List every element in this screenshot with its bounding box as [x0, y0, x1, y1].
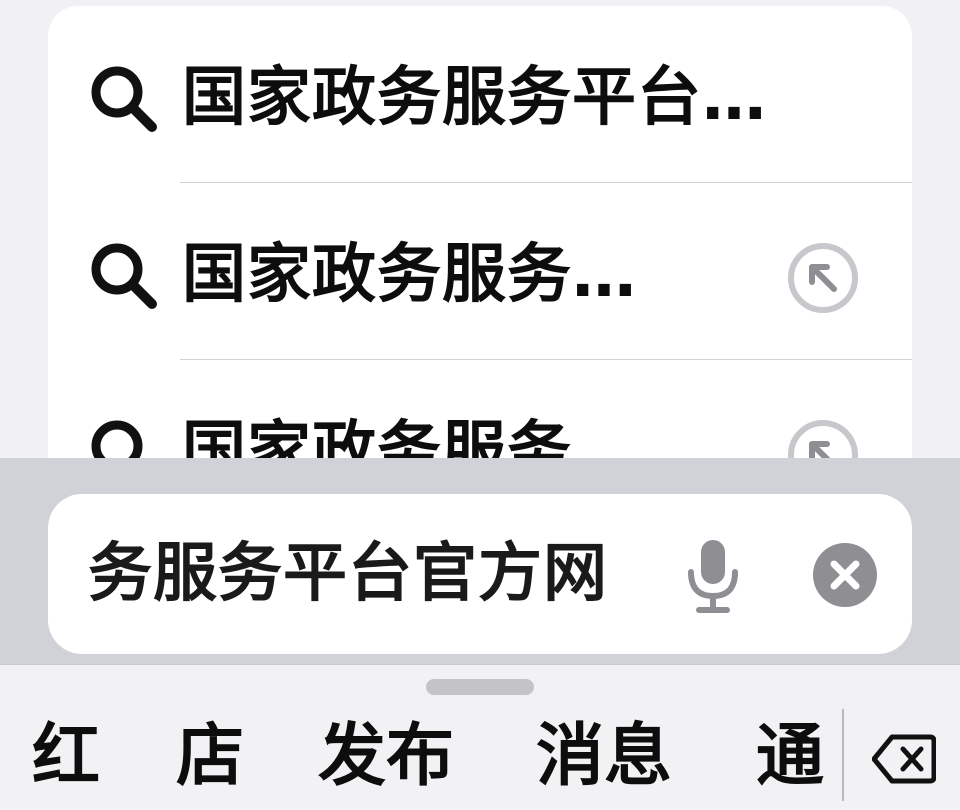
suggestion-text: 国家政务服务…	[182, 238, 637, 312]
drag-handle[interactable]	[426, 679, 534, 695]
backspace-icon[interactable]	[872, 733, 936, 785]
clear-icon[interactable]	[812, 542, 878, 608]
search-icon	[91, 243, 157, 309]
suggestion-item[interactable]: 国家政务服务平台…	[48, 6, 912, 182]
candidate-word[interactable]: 店	[176, 715, 244, 799]
candidate-word[interactable]: 红	[32, 715, 100, 799]
suggestions-list: 国家政务服务平台… 国家政务服务… 国家政务服务	[48, 6, 912, 526]
search-input[interactable]: 务服务平台官方网	[48, 494, 912, 654]
microphone-icon[interactable]	[682, 536, 744, 616]
divider	[842, 709, 844, 801]
fill-arrow-icon[interactable]	[786, 241, 860, 315]
search-bar-panel: 务服务平台官方网	[0, 458, 960, 664]
candidate-word[interactable]: 消息	[536, 715, 672, 799]
keyboard-candidate-bar: 红 店 发布 消息 通	[0, 664, 960, 810]
suggestion-text: 国家政务服务平台…	[182, 61, 767, 135]
candidate-word[interactable]: 通	[756, 715, 824, 799]
search-icon	[91, 66, 157, 132]
candidate-word[interactable]: 发布	[318, 715, 454, 799]
suggestion-item[interactable]: 国家政务服务…	[48, 183, 912, 359]
search-input-text: 务服务平台官方网	[88, 537, 608, 611]
